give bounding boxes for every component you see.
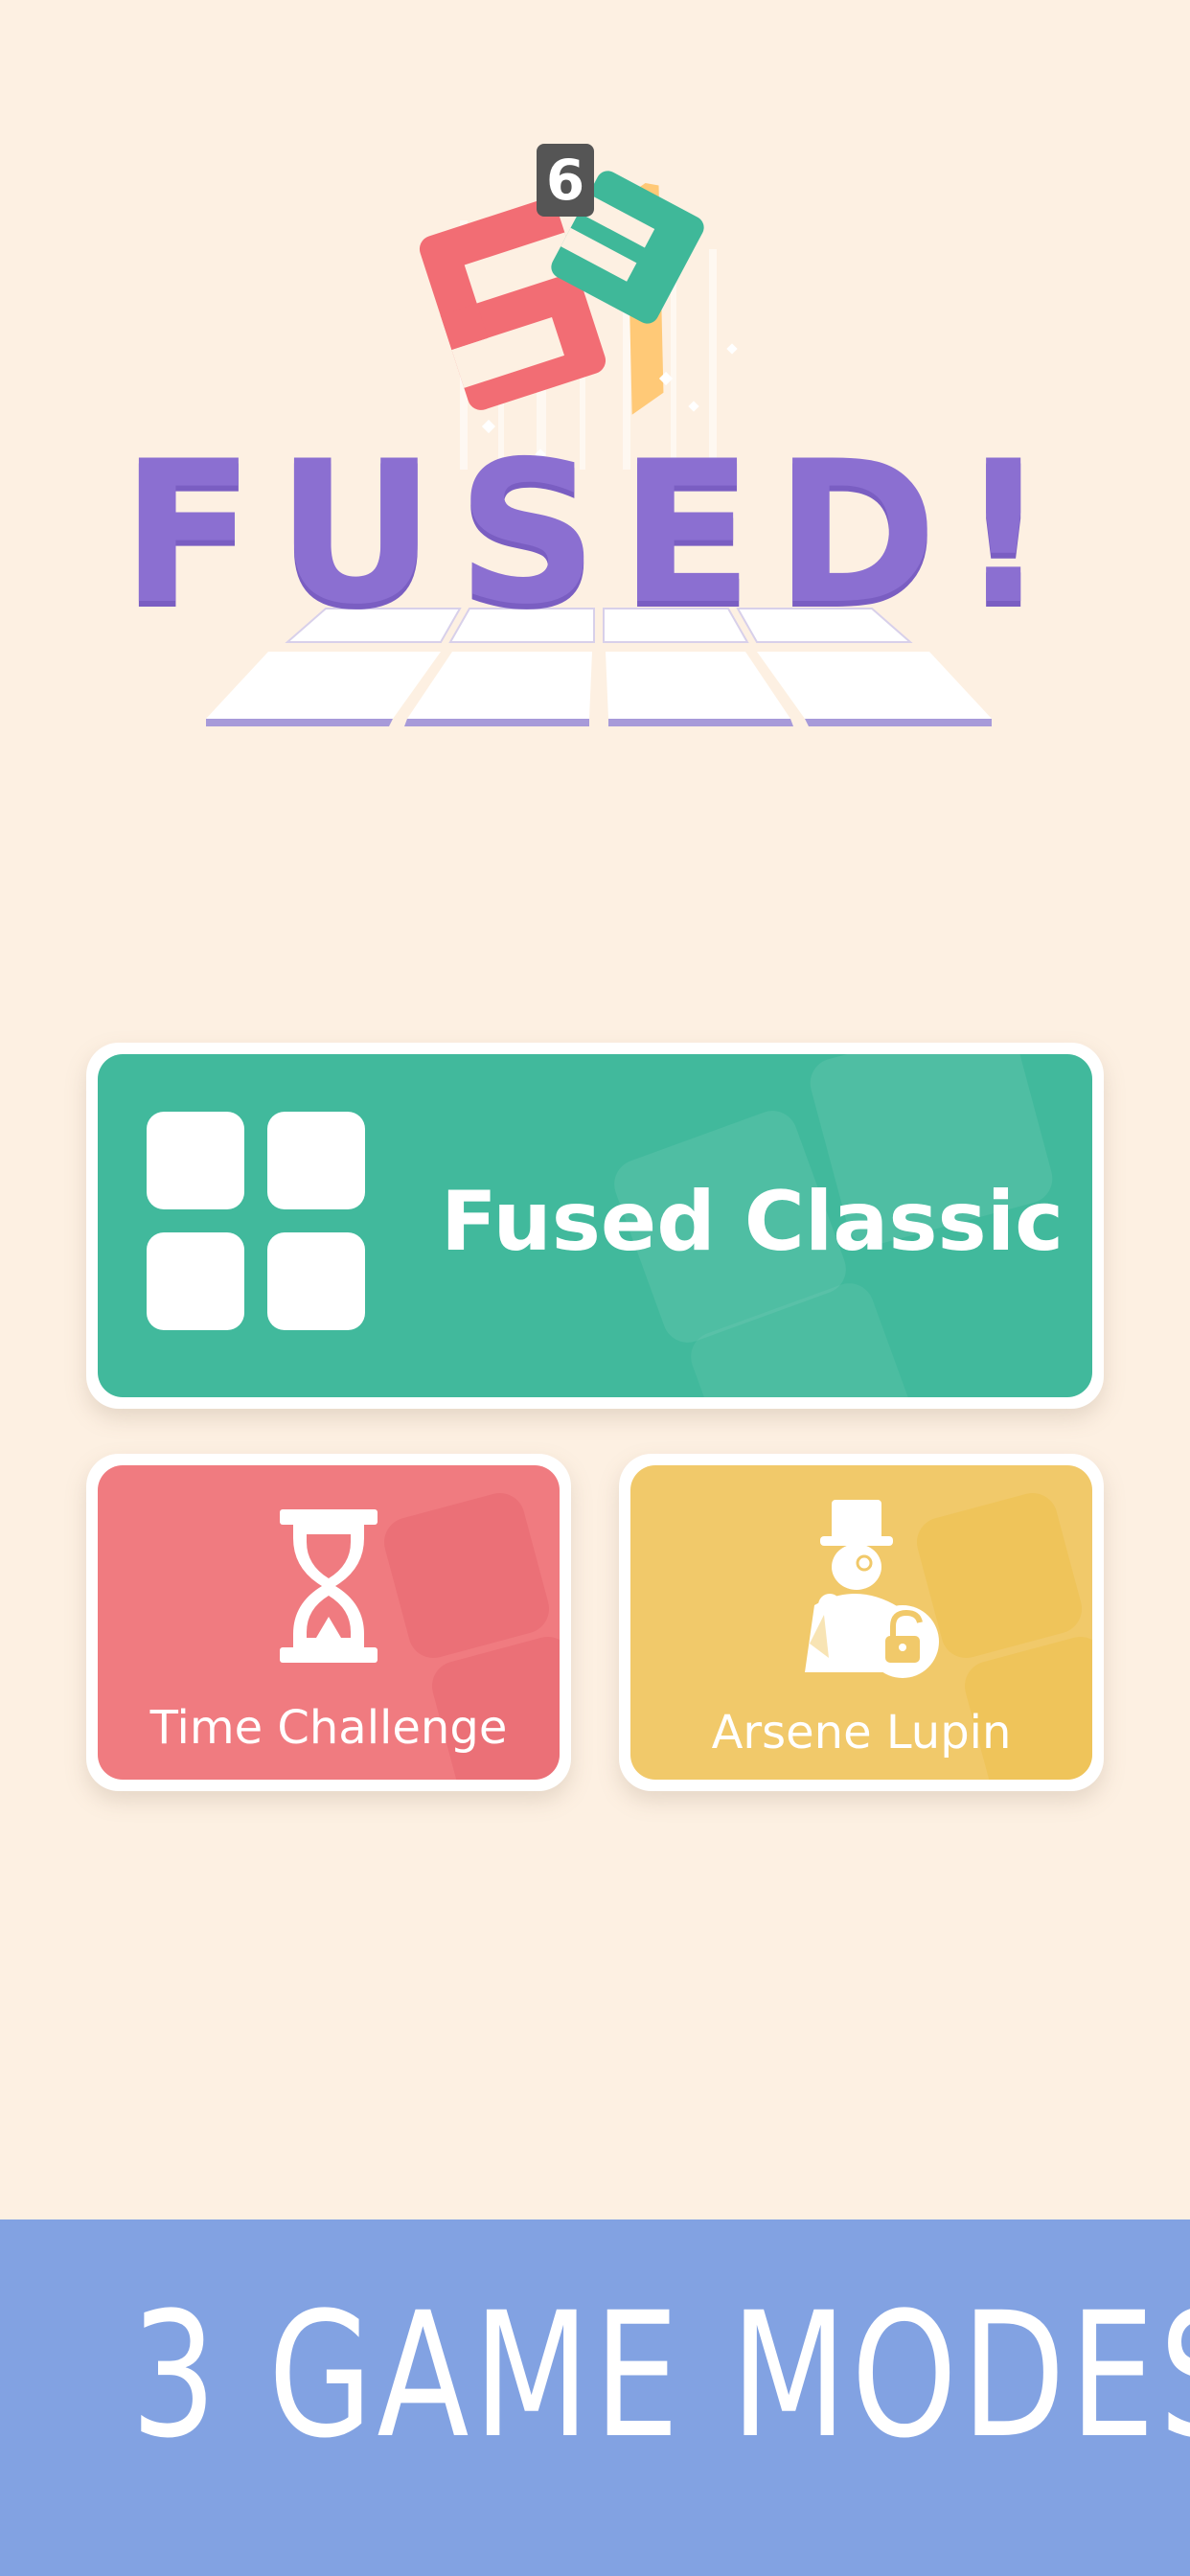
game-logo: 6 FUSED! [0, 0, 1190, 748]
gentleman-lock-icon [805, 1500, 939, 1678]
promo-banner-text: 3 GAME MODES [130, 2276, 1190, 2476]
logo-title: FUSED! [121, 420, 1069, 648]
arsene-lupin-label: Arsene Lupin [711, 1706, 1012, 1760]
hourglass-icon [280, 1509, 378, 1663]
logo-digit-6: 6 [546, 148, 584, 213]
fused-classic-label: Fused Classic [441, 1174, 1064, 1270]
time-challenge-label: Time Challenge [149, 1701, 508, 1755]
grid-icon [147, 1112, 365, 1330]
